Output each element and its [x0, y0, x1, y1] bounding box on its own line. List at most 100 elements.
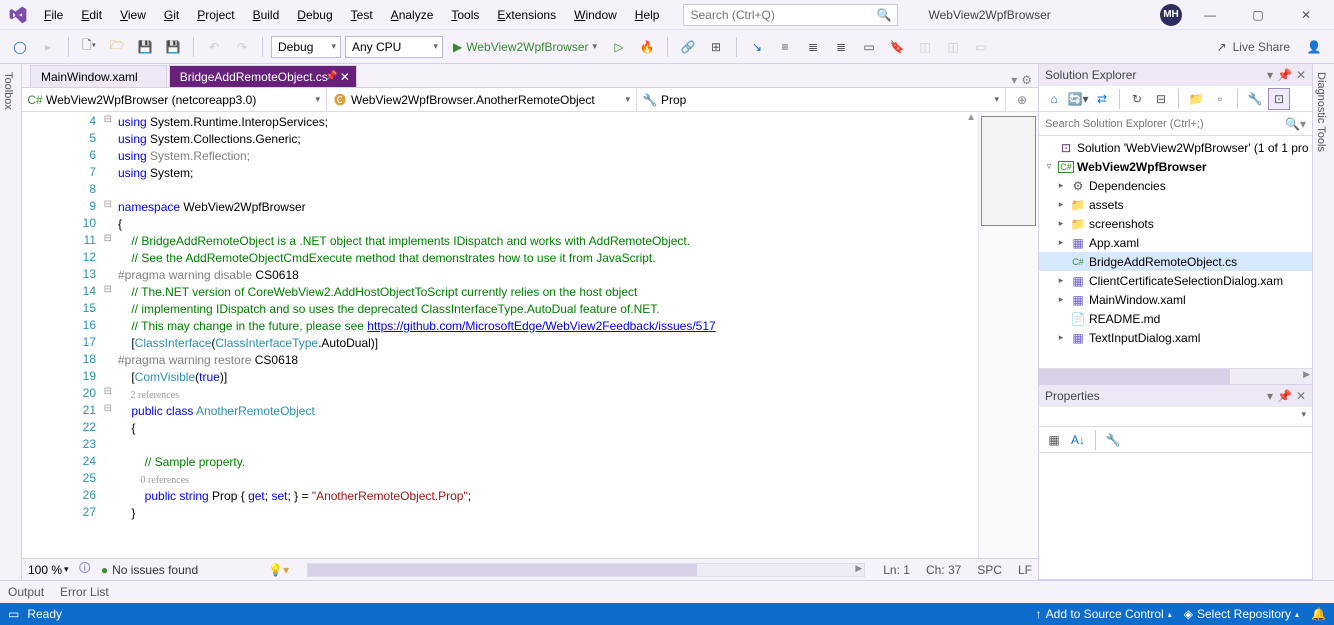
- tab-settings-icon[interactable]: ⚙: [1021, 73, 1032, 87]
- se-search-input[interactable]: [1045, 118, 1285, 130]
- tree-item[interactable]: ▸📁assets: [1039, 195, 1312, 214]
- prop-wrench-button[interactable]: 🔧: [1102, 429, 1124, 451]
- menu-debug[interactable]: Debug: [289, 4, 340, 26]
- menu-window[interactable]: Window: [566, 4, 625, 26]
- tree-item[interactable]: 📄README.md: [1039, 309, 1312, 328]
- menu-edit[interactable]: Edit: [73, 4, 110, 26]
- menu-project[interactable]: Project: [189, 4, 242, 26]
- editor-hscrollbar[interactable]: ◀▶: [307, 563, 865, 577]
- close-button[interactable]: ✕: [1286, 1, 1326, 29]
- diagnostic-tools-tab[interactable]: Diagnostic Tools: [1312, 64, 1334, 580]
- feedback-button[interactable]: 👤: [1302, 35, 1326, 59]
- save-all-button[interactable]: 💾: [161, 35, 185, 59]
- tb-icon-10[interactable]: ▭: [969, 35, 993, 59]
- panel-menu-icon[interactable]: ▾: [1267, 68, 1273, 82]
- panel-close-icon[interactable]: ✕: [1296, 389, 1306, 403]
- menu-help[interactable]: Help: [627, 4, 668, 26]
- search-input[interactable]: [690, 8, 876, 22]
- hot-reload-button[interactable]: 🔥: [635, 35, 659, 59]
- quick-search[interactable]: 🔍: [683, 4, 898, 26]
- tab-overflow-icon[interactable]: ▾: [1011, 73, 1017, 87]
- eol-indicator[interactable]: LF: [1018, 563, 1032, 577]
- prop-cat-button[interactable]: ▦: [1043, 429, 1065, 451]
- maximize-button[interactable]: ▢: [1238, 1, 1278, 29]
- solution-tree[interactable]: ⊡Solution 'WebView2WpfBrowser' (1 of 1 p…: [1039, 136, 1312, 368]
- tree-item[interactable]: ▸▦ClientCertificateSelectionDialog.xam: [1039, 271, 1312, 290]
- tree-item[interactable]: ▸📁screenshots: [1039, 214, 1312, 233]
- redo-button[interactable]: ↷: [230, 35, 254, 59]
- minimize-button[interactable]: —: [1190, 1, 1230, 29]
- se-refresh-button[interactable]: ↻: [1126, 88, 1148, 110]
- nav-back-button[interactable]: ◯: [8, 35, 32, 59]
- tb-icon-1[interactable]: ⊞: [704, 35, 728, 59]
- se-collapse-button[interactable]: ⊟: [1150, 88, 1172, 110]
- menu-tools[interactable]: Tools: [443, 4, 487, 26]
- tb-icon-8[interactable]: ◫: [913, 35, 937, 59]
- nav-member-combo[interactable]: 🔧Prop: [637, 88, 1006, 111]
- prop-az-button[interactable]: A↓: [1067, 429, 1089, 451]
- line-indicator[interactable]: Ln: 1: [883, 563, 910, 577]
- select-repository[interactable]: ◈Select Repository▴: [1184, 607, 1299, 621]
- tb-icon-3[interactable]: ≡: [773, 35, 797, 59]
- menu-analyze[interactable]: Analyze: [383, 4, 442, 26]
- tb-icon-6[interactable]: ▭: [857, 35, 881, 59]
- open-file-button[interactable]: 🗁: [105, 35, 129, 59]
- bottom-tab-error-list[interactable]: Error List: [60, 585, 109, 599]
- split-editor-button[interactable]: ⊕: [1006, 88, 1038, 111]
- config-combo[interactable]: Debug: [271, 36, 341, 58]
- toolbox-tab[interactable]: Toolbox: [0, 64, 22, 580]
- minimap-viewport[interactable]: [981, 116, 1036, 226]
- menu-file[interactable]: File: [36, 4, 71, 26]
- menu-test[interactable]: Test: [343, 4, 381, 26]
- se-hscrollbar[interactable]: ◀▶: [1039, 368, 1312, 384]
- tab-bridgeaddremoteobject[interactable]: BridgeAddRemoteObject.cs📌✕: [169, 65, 357, 87]
- se-switch-button[interactable]: 🔄▾: [1067, 88, 1089, 110]
- live-share-button[interactable]: ↗Live Share: [1209, 40, 1298, 54]
- tree-item[interactable]: ▿C#WebView2WpfBrowser: [1039, 157, 1312, 176]
- se-track-button[interactable]: ⊡: [1268, 88, 1290, 110]
- tree-item[interactable]: C#BridgeAddRemoteObject.cs: [1039, 252, 1312, 271]
- browser-link-button[interactable]: 🔗: [676, 35, 700, 59]
- menu-git[interactable]: Git: [156, 4, 187, 26]
- code-content[interactable]: using System.Runtime.InteropServices;usi…: [118, 112, 978, 558]
- panel-close-icon[interactable]: ✕: [1296, 68, 1306, 82]
- menu-view[interactable]: View: [112, 4, 154, 26]
- undo-button[interactable]: ↶: [202, 35, 226, 59]
- save-button[interactable]: 💾: [133, 35, 157, 59]
- col-indicator[interactable]: Ch: 37: [926, 563, 961, 577]
- nav-forward-button[interactable]: ▸: [36, 35, 60, 59]
- scroll-thumb[interactable]: [1039, 369, 1230, 384]
- menu-extensions[interactable]: Extensions: [489, 4, 564, 26]
- tb-icon-7[interactable]: 🔖: [885, 35, 909, 59]
- indent-indicator[interactable]: SPC: [977, 563, 1002, 577]
- solution-explorer-search[interactable]: 🔍▾: [1039, 112, 1312, 136]
- start-debug-button[interactable]: ▶WebView2WpfBrowser▾: [447, 35, 603, 59]
- tree-item[interactable]: ▸▦App.xaml: [1039, 233, 1312, 252]
- start-nodebug-button[interactable]: ▷: [607, 35, 631, 59]
- se-home-button[interactable]: ⌂: [1043, 88, 1065, 110]
- scroll-up-icon[interactable]: ▲: [966, 112, 976, 123]
- panel-menu-icon[interactable]: ▾: [1267, 389, 1273, 403]
- solution-explorer-header[interactable]: Solution Explorer ▾📌✕: [1039, 64, 1312, 86]
- tb-icon-5[interactable]: ≣: [829, 35, 853, 59]
- scroll-thumb[interactable]: [308, 564, 697, 576]
- se-showall-button[interactable]: 📁: [1185, 88, 1207, 110]
- se-preview-button[interactable]: ▫: [1209, 88, 1231, 110]
- zoom-combo[interactable]: 100 %▾: [28, 563, 69, 577]
- add-source-control[interactable]: ↑Add to Source Control▴: [1036, 607, 1172, 621]
- tb-icon-2[interactable]: ↘: [745, 35, 769, 59]
- pin-icon[interactable]: 📌: [325, 71, 337, 82]
- pin-icon[interactable]: 📌: [1277, 68, 1292, 82]
- tb-icon-4[interactable]: ≣: [801, 35, 825, 59]
- menu-build[interactable]: Build: [245, 4, 288, 26]
- new-item-button[interactable]: 🗋▾: [77, 35, 101, 59]
- nav-type-combo[interactable]: 🅒WebView2WpfBrowser.AnotherRemoteObject: [327, 88, 637, 111]
- code-editor[interactable]: 4⊟56789⊟1011⊟121314⊟151617181920⊟21⊟2223…: [22, 112, 1038, 558]
- user-avatar[interactable]: MH: [1160, 4, 1182, 26]
- tab-mainwindow[interactable]: MainWindow.xaml: [30, 65, 167, 87]
- lightbulb-icon[interactable]: 💡▾: [268, 563, 289, 577]
- pin-icon[interactable]: 📌: [1277, 389, 1292, 403]
- platform-combo[interactable]: Any CPU: [345, 36, 443, 58]
- close-tab-icon[interactable]: ✕: [340, 70, 350, 84]
- tb-icon-9[interactable]: ◫: [941, 35, 965, 59]
